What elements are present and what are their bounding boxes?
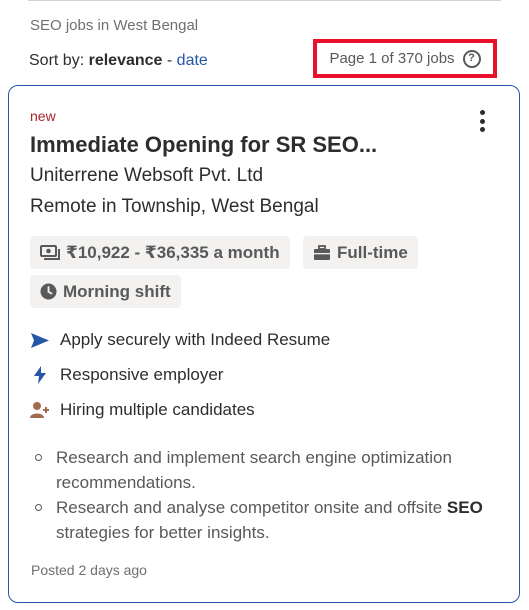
new-badge: new bbox=[30, 108, 56, 124]
add-person-icon bbox=[30, 402, 49, 418]
clock-icon bbox=[40, 283, 57, 300]
money-icon bbox=[40, 244, 60, 260]
send-icon bbox=[31, 332, 49, 348]
posted-date: Posted 2 days ago bbox=[31, 562, 147, 578]
job-card[interactable]: new Immediate Opening for SR SEO... Unit… bbox=[8, 85, 520, 603]
feature-apply-securely: Apply securely with Indeed Resume bbox=[30, 330, 330, 350]
job-title[interactable]: Immediate Opening for SR SEO... bbox=[30, 132, 377, 158]
feature-text: Hiring multiple candidates bbox=[60, 400, 255, 419]
search-context: SEO jobs in West Bengal bbox=[30, 17, 199, 34]
job-type-chip: Full-time bbox=[303, 236, 418, 269]
page-count: Page 1 of 370 jobs bbox=[329, 50, 455, 67]
feature-hiring-multiple: Hiring multiple candidates bbox=[30, 400, 255, 420]
company-name: Uniterrene Websoft Pvt. Ltd bbox=[30, 165, 264, 186]
lightning-icon bbox=[34, 366, 46, 384]
snippet-item: Research and implement search engine opt… bbox=[30, 445, 500, 495]
sort-controls: Sort by: relevance - date bbox=[29, 52, 208, 70]
page-count-highlight: Page 1 of 370 jobs ? bbox=[313, 39, 497, 78]
shift-text: Morning shift bbox=[63, 281, 171, 301]
feature-responsive-employer: Responsive employer bbox=[30, 365, 223, 385]
salary-chip: ₹10,922 - ₹36,335 a month bbox=[30, 236, 290, 269]
feature-text: Responsive employer bbox=[60, 365, 224, 384]
shift-chip: Morning shift bbox=[30, 275, 181, 308]
help-icon[interactable]: ? bbox=[462, 49, 481, 68]
briefcase-icon bbox=[314, 244, 330, 260]
sort-separator: - bbox=[166, 52, 173, 69]
job-snippet: Research and implement search engine opt… bbox=[30, 445, 500, 545]
feature-text: Apply securely with Indeed Resume bbox=[60, 330, 331, 349]
sort-prefix: Sort by: bbox=[29, 52, 85, 69]
snippet-item: Research and analyse competitor onsite a… bbox=[30, 495, 500, 545]
more-options-icon[interactable] bbox=[480, 110, 486, 132]
job-type-text: Full-time bbox=[337, 242, 408, 262]
salary-text: ₹10,922 - ₹36,335 a month bbox=[66, 242, 280, 262]
top-divider bbox=[28, 0, 501, 1]
sort-date-link[interactable]: date bbox=[177, 52, 208, 69]
job-location: Remote in Township, West Bengal bbox=[30, 196, 319, 217]
sort-relevance: relevance bbox=[88, 52, 163, 69]
